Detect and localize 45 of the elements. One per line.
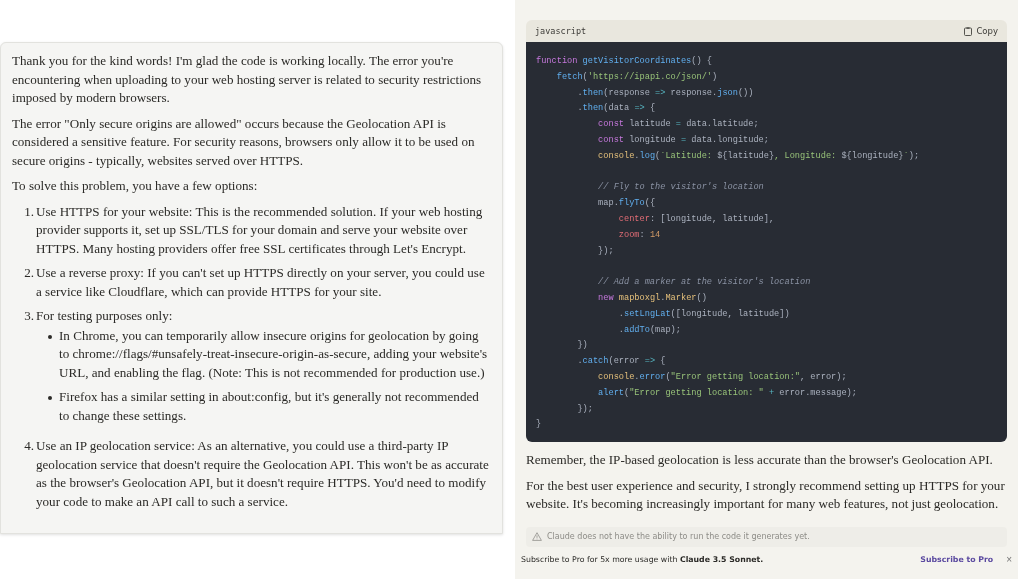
list-item-text: In Chrome, you can temporarily allow insecure origins for geolocation by going to chrome://flags/#unsafely-treat-insecure-origin-as-secure, adding your website's URL, and enabling the flag. (Note: This is not recommended for production use.) <box>59 326 489 382</box>
paragraph: Thank you for the kind words! I'm glad the code is working locally. The error you're encountering when uploading to your web hosting server is related to security restrictions imposed by modern browsers. <box>12 52 483 107</box>
code-line: alert("Error getting location: " + error.message); <box>597 386 858 400</box>
list-item-text: Use HTTPS for your website: This is the recommended solution. If your web hosting provider supports it, set up SSL/TLS for your domain and serve your website over HTTPS. Many hosting providers offer free SSL certificates through Let's Encrypt. <box>36 202 484 258</box>
notice-text: Claude does not have the ability to run the code it generates yet. <box>547 532 810 541</box>
list-item-text: Use an IP geolocation service: As an alternative, you could use a third-party IP geolocation service that doesn't require the Geolocation API. This won't be as accurate as the browser's Geolocation API, but it doesn't require HTTPS. You'd need to modify your code to make an API call to such a service. <box>36 437 490 511</box>
clipboard-icon <box>964 26 973 36</box>
list-number: 3. <box>23 307 35 325</box>
code-line: }); <box>597 244 615 258</box>
code-line: zoom: 14 <box>617 228 662 242</box>
paragraph: The error "Only secure origins are allowed" occurs because the Geolocation API is considered a sensitive feature. For security reasons, browsers only allow it to be used on secure origins - typically, websites served over HTTPS. <box>12 114 476 170</box>
bullet-icon <box>48 396 52 400</box>
paragraph: For the best user experience and security, I strongly recommend setting up HTTPS for your website. It's becoming increasingly important for many web features, not just geolocation. <box>525 476 1006 513</box>
code-line: console.log(`Latitude: ${latitude}, Longitude: ${longitude}`); <box>597 149 921 163</box>
code-line: new mapboxgl.Marker() <box>597 291 708 305</box>
code-line: }); <box>576 402 594 416</box>
list-number: 4. <box>23 437 35 455</box>
code-line: }) <box>576 339 589 353</box>
warning-icon <box>532 532 542 541</box>
code-line: function getVisitorCoordinates() { <box>536 55 713 68</box>
code-line: map.flyTo({ <box>597 197 657 211</box>
paragraph: Remember, the IP-based geolocation is less accurate than the browser's Geolocation API. <box>525 451 994 469</box>
list-item-text: For testing purposes only: <box>36 307 174 325</box>
code-line: .then(response => response.json()) <box>576 86 755 100</box>
code-line: .setLngLat([longitude, latitude]) <box>617 307 791 321</box>
code-line: center: [longitude, latitude], <box>617 212 776 226</box>
code-line: console.error("Error getting location:", error); <box>597 370 848 384</box>
code-line: .then(data => { <box>576 102 657 116</box>
code-line: .addTo(map); <box>617 323 682 337</box>
code-line: // Add a marker at the visitor's location <box>597 276 812 290</box>
code-line: const longitude = data.longitude; <box>597 134 770 147</box>
paragraph: To solve this problem, you have a few options: <box>12 177 259 195</box>
code-line: } <box>536 418 543 432</box>
close-button[interactable]: × <box>1006 553 1012 565</box>
list-item-text: Use a reverse proxy: If you can't set up HTTPS directly on your server, you could use a service like Cloudflare, which can provide HTTPS for your site. <box>36 264 486 301</box>
language-label: javascript <box>535 26 587 36</box>
code-line: fetch('https://ipapi.co/json/') <box>555 70 719 84</box>
code-line: // Fly to the visitor's location <box>597 181 765 195</box>
bullet-icon <box>48 334 52 339</box>
list-number: 1. <box>23 202 35 221</box>
list-number: 2. <box>23 264 35 282</box>
copy-button[interactable]: Copy <box>964 26 998 36</box>
code-line: const latitude = data.latitude; <box>597 118 760 132</box>
code-line: .catch(error => { <box>576 355 667 369</box>
list-item-text: Firefox has a similar setting in about:config, but it's generally not recommended to change these settings. <box>59 388 480 425</box>
